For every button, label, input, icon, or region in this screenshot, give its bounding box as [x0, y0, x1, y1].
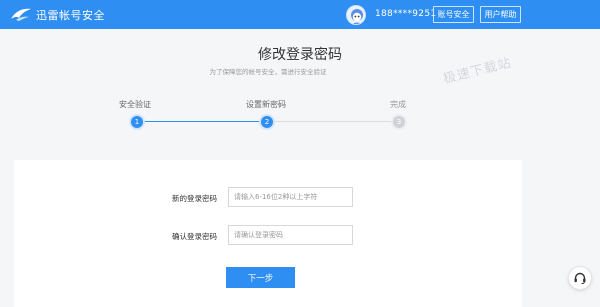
xunlei-logo-icon: [11, 8, 31, 21]
step-marker-1: 1: [131, 116, 143, 128]
top-navigation-bar: 迅雷帐号安全 188****9251 账号安全 用户帮助: [0, 0, 600, 29]
avatar[interactable]: [346, 5, 366, 25]
step-label-verify: 安全验证: [119, 100, 151, 109]
next-step-button[interactable]: 下一步: [226, 267, 295, 288]
step-label-complete: 完成: [390, 100, 406, 109]
new-password-label: 新的登录密码: [172, 194, 217, 203]
customer-support-button[interactable]: [568, 266, 592, 290]
user-avatar-icon: [347, 6, 365, 24]
headset-icon: [574, 272, 586, 285]
brand[interactable]: 迅雷帐号安全: [10, 6, 105, 23]
step-label-new-password: 设置新密码: [246, 100, 286, 109]
step-connector-done: [143, 121, 264, 122]
account-security-button[interactable]: 账号安全: [433, 6, 474, 23]
step-marker-3: 3: [393, 116, 405, 128]
user-help-button[interactable]: 用户帮助: [480, 6, 521, 23]
brand-name: 迅雷帐号安全: [36, 8, 105, 22]
step-marker-2: 2: [261, 116, 273, 128]
user-phone-number: 188****9251: [375, 9, 437, 19]
step-connector-pending: [272, 121, 398, 122]
confirm-password-input[interactable]: [228, 225, 353, 245]
confirm-password-label: 确认登录密码: [172, 232, 217, 241]
new-password-input[interactable]: [228, 187, 353, 207]
password-form-panel: 新的登录密码 确认登录密码 下一步: [14, 160, 522, 307]
